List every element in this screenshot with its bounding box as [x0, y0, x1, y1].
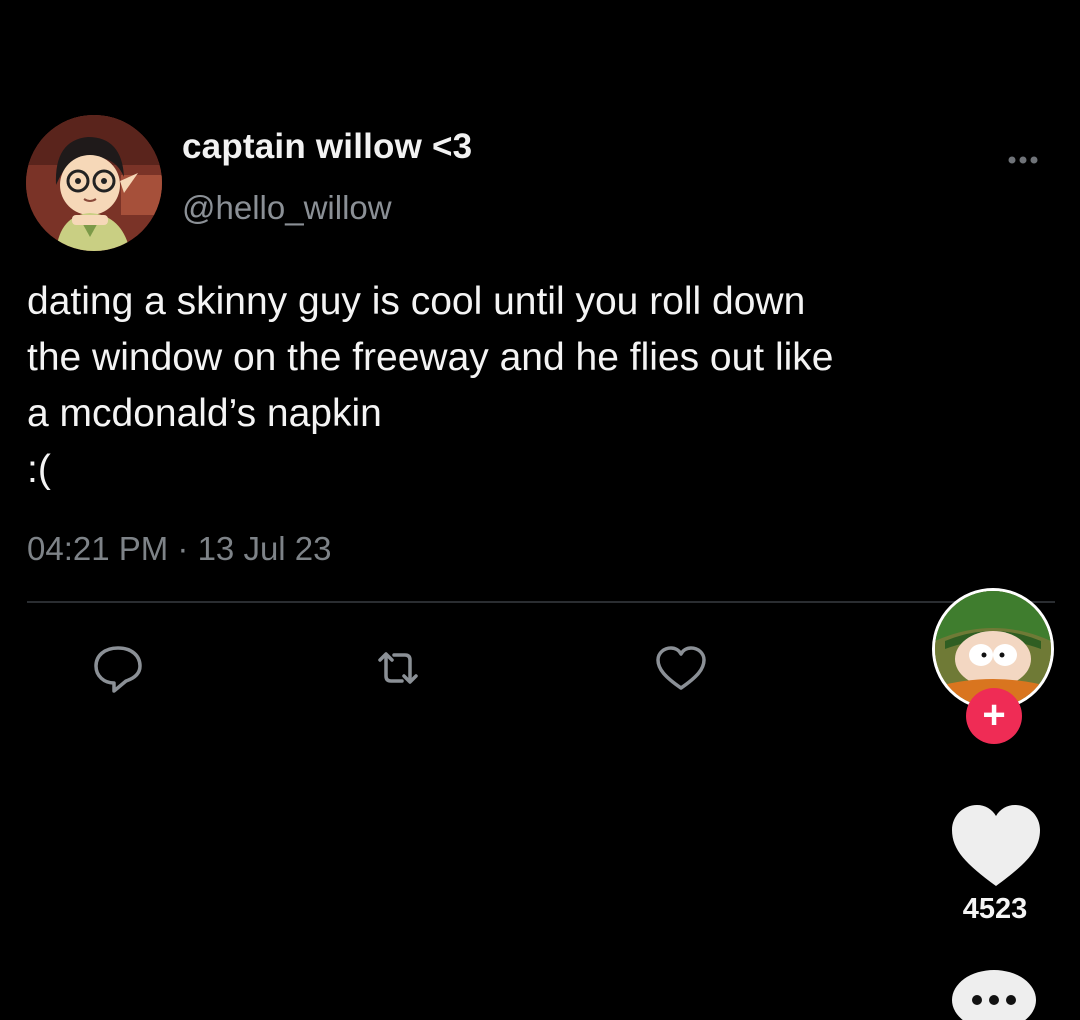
screenshot: captain willow <3 @hello_willow dating a… — [0, 0, 1080, 1020]
heart-filled-icon[interactable] — [948, 800, 1044, 890]
comment-bubble-icon[interactable] — [950, 966, 1038, 1020]
author-avatar[interactable] — [26, 115, 162, 251]
heart-outline-icon[interactable] — [653, 640, 709, 696]
retweet-icon[interactable] — [370, 640, 426, 696]
follow-button[interactable]: + — [966, 688, 1022, 744]
divider — [27, 601, 1055, 603]
tweet-timestamp[interactable]: 04:21 PM · 13 Jul 23 — [27, 530, 332, 568]
reply-bubble-icon[interactable] — [90, 640, 146, 696]
like-count: 4523 — [962, 893, 1028, 925]
more-horizontal-icon[interactable] — [1000, 150, 1046, 170]
author-display-name[interactable]: captain willow <3 — [182, 127, 472, 167]
follow-plus-label: + — [982, 693, 1006, 737]
author-handle[interactable]: @hello_willow — [182, 189, 392, 227]
tweet-text: dating a skinny guy is cool until you ro… — [27, 280, 834, 491]
author-avatar-image — [26, 115, 162, 251]
